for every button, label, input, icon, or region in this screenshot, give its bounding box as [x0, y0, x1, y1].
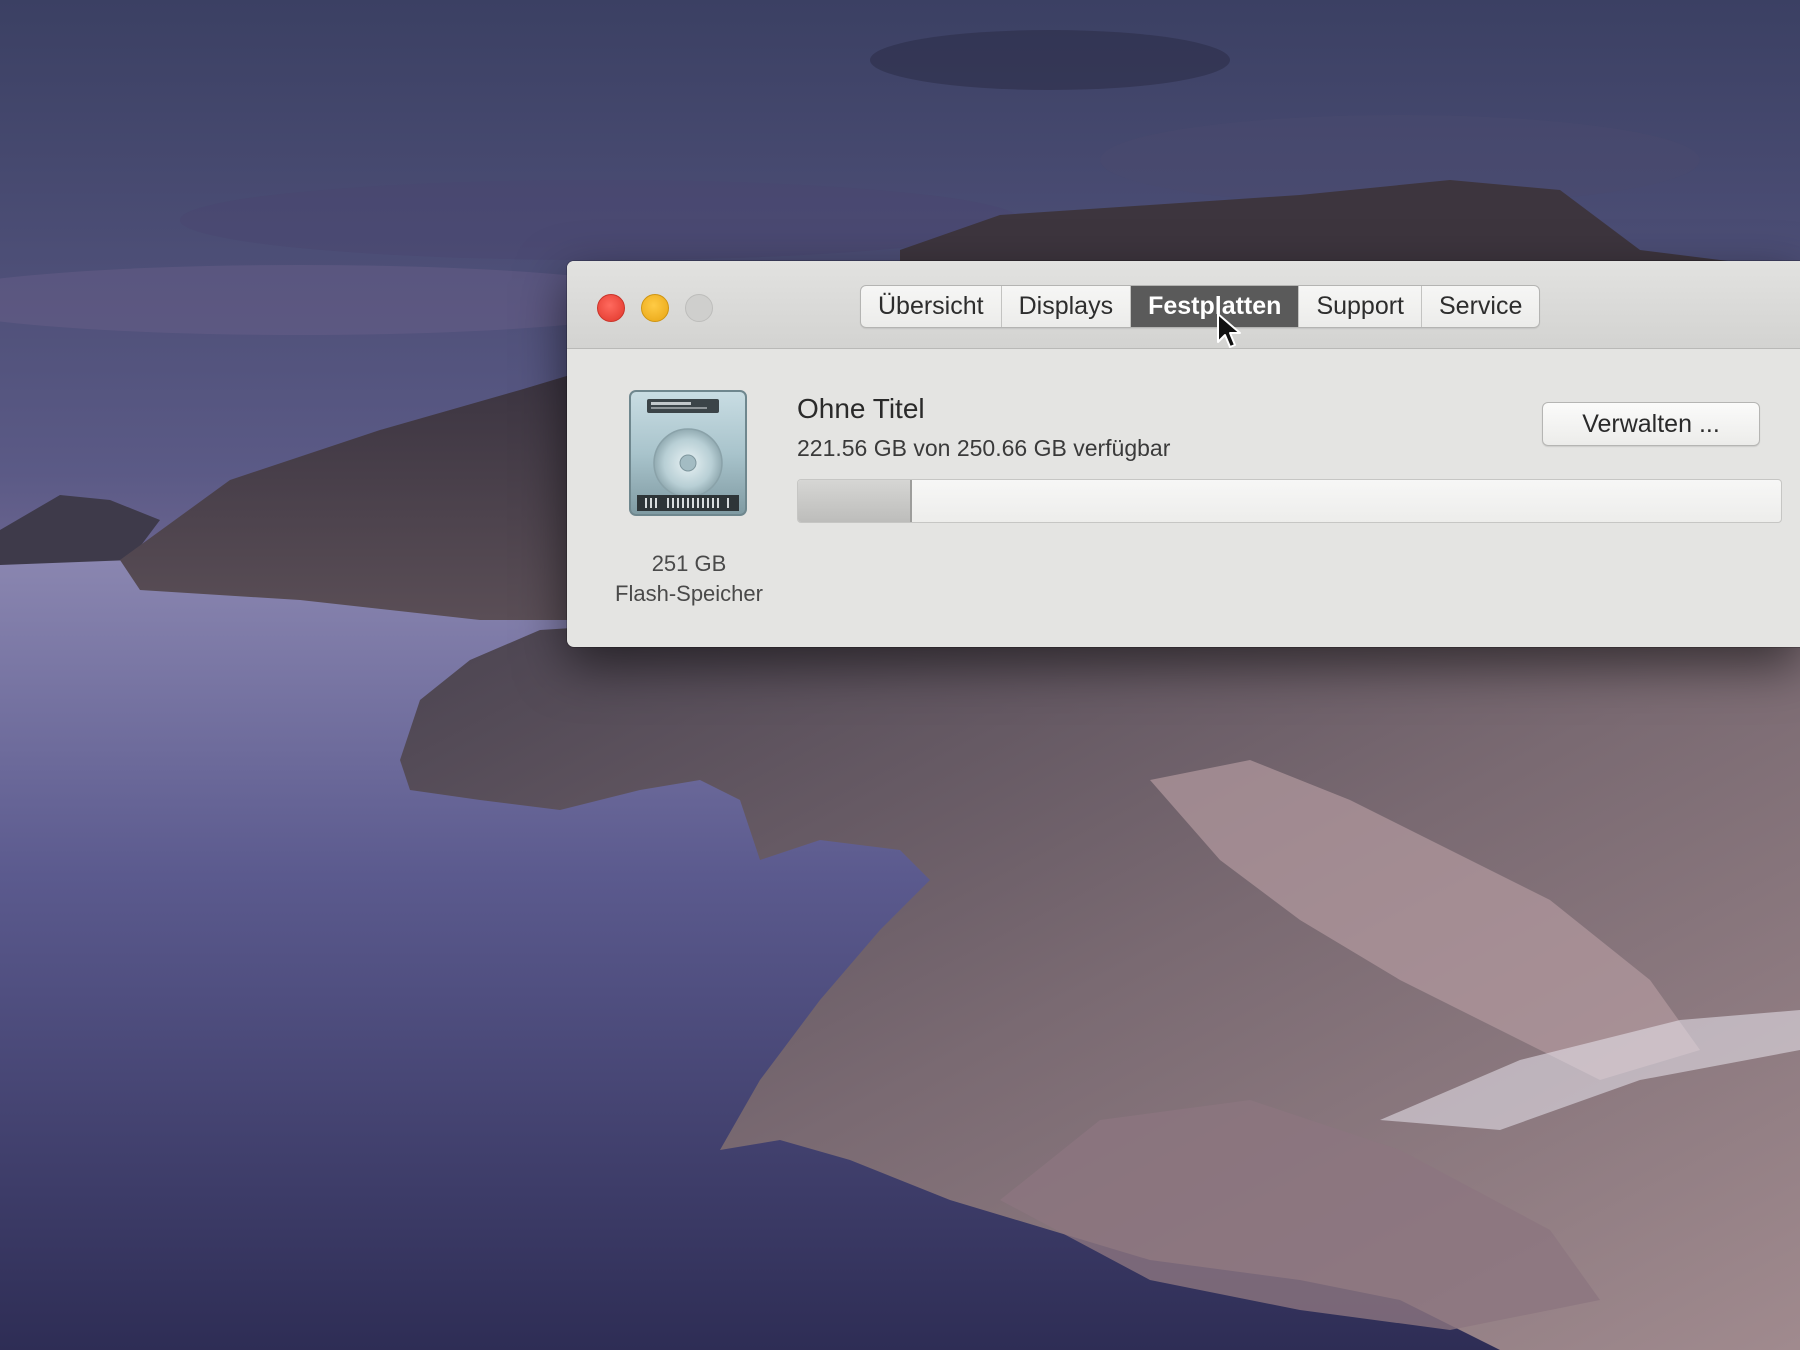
- tab-support[interactable]: Support: [1299, 286, 1422, 327]
- about-this-mac-window: Übersicht Displays Festplatten Support S…: [567, 261, 1800, 647]
- hard-drive-icon: [629, 390, 747, 516]
- tab-service[interactable]: Service: [1422, 286, 1539, 327]
- minimize-window-button[interactable]: [641, 294, 669, 322]
- disk-type-text: Flash-Speicher: [615, 581, 763, 606]
- storage-usage-bar: [797, 479, 1782, 523]
- window-titlebar[interactable]: Übersicht Displays Festplatten Support S…: [567, 261, 1800, 349]
- storage-usage-fill: [798, 480, 913, 522]
- tab-overview[interactable]: Übersicht: [861, 286, 1002, 327]
- volume-availability: 221.56 GB von 250.66 GB verfügbar: [797, 435, 1171, 461]
- manage-storage-button[interactable]: Verwalten ...: [1542, 402, 1760, 446]
- disk-size-text: 251 GB: [651, 551, 727, 576]
- zoom-window-button[interactable]: [685, 294, 713, 322]
- desktop-wallpaper: [0, 0, 1800, 1350]
- volume-name: Ohne Titel: [797, 393, 925, 424]
- mouse-pointer-icon: [1217, 313, 1241, 348]
- tab-bar: Übersicht Displays Festplatten Support S…: [860, 285, 1541, 328]
- storage-pane: 251 GB Flash-Speicher Ohne Titel 221.56 …: [567, 349, 1800, 647]
- tab-displays[interactable]: Displays: [1002, 286, 1132, 327]
- close-window-button[interactable]: [597, 294, 625, 322]
- disk-capacity-label: 251 GB Flash-Speicher: [595, 549, 783, 609]
